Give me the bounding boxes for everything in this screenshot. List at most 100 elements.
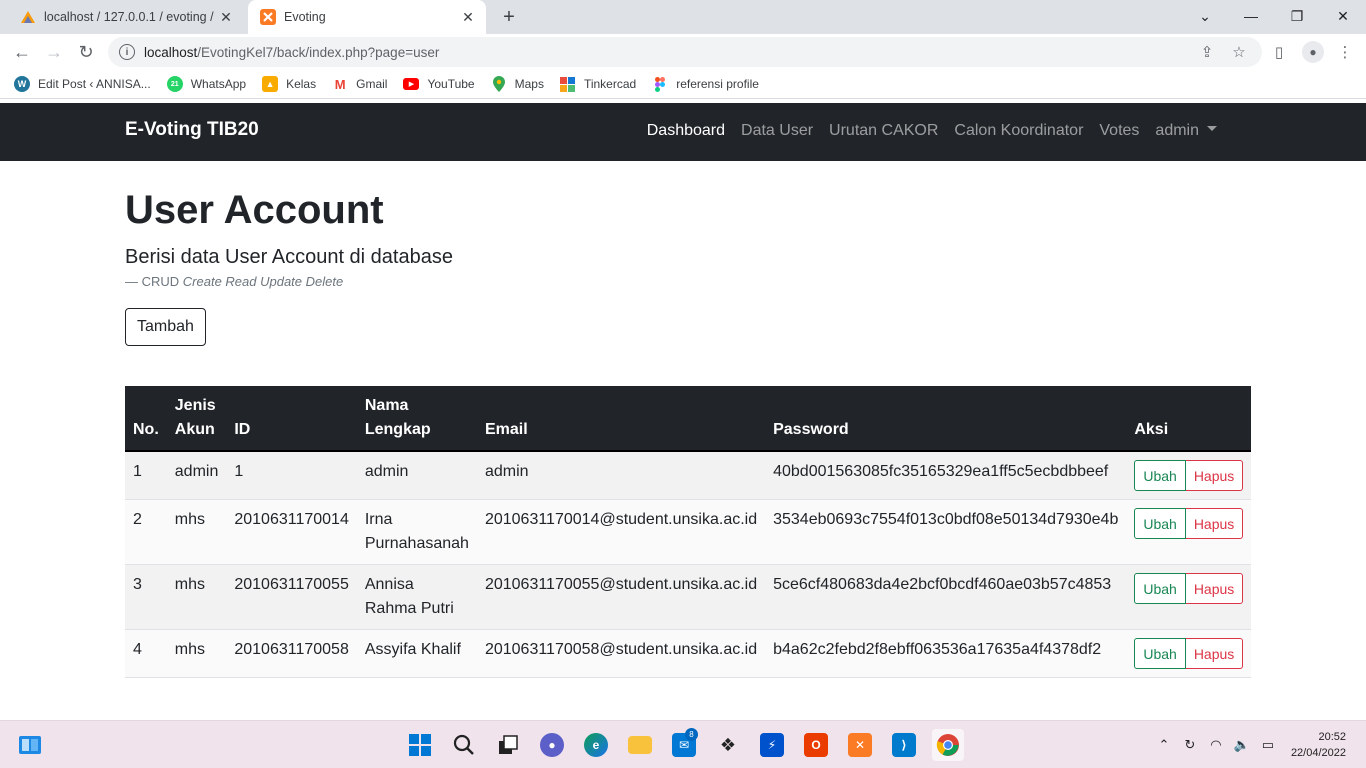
action-buttons: Ubah Hapus [1134, 460, 1244, 491]
bookmark-label: Maps [514, 77, 544, 91]
tinkercad-icon [560, 76, 576, 92]
chrome-icon[interactable] [932, 729, 964, 761]
nav-urutan-cakor[interactable]: Urutan CAKOR [829, 122, 938, 140]
cell-nama: Assyifa Khalif [356, 629, 477, 678]
action-buttons: Ubah Hapus [1134, 638, 1244, 669]
bookmarks-bar: W Edit Post ‹ ANNISA... 21 WhatsApp ▲ Ke… [0, 70, 1366, 98]
close-icon[interactable]: ✕ [458, 7, 478, 27]
bookmark-maps[interactable]: Maps [491, 76, 544, 92]
nav-dashboard[interactable]: Dashboard [647, 122, 725, 140]
reload-icon[interactable]: ↻ [72, 38, 100, 66]
office-icon[interactable]: O [800, 729, 832, 761]
file-explorer-icon[interactable] [624, 729, 656, 761]
tab-evoting[interactable]: Evoting ✕ [248, 0, 486, 34]
table-row: 2 mhs 2010631170014 Irna Purnahasanah 20… [125, 499, 1252, 565]
mail-badge: 8 [685, 728, 698, 741]
delete-button[interactable]: Hapus [1185, 460, 1244, 491]
caret-down-icon [1207, 126, 1217, 132]
cell-id: 1 [226, 451, 357, 500]
cell-id: 2010631170058 [226, 629, 357, 678]
nav-data-user[interactable]: Data User [741, 122, 813, 140]
nav-links: Dashboard Data User Urutan CAKOR Calon K… [631, 122, 1217, 140]
task-view-icon[interactable] [492, 729, 524, 761]
cell-jenis: mhs [166, 629, 227, 678]
url-path: /EvotingKel7/back/index.php?page=user [197, 44, 440, 60]
bookmark-edit-post[interactable]: W Edit Post ‹ ANNISA... [14, 76, 151, 92]
close-window-button[interactable]: ✕ [1320, 0, 1366, 32]
bookmark-youtube[interactable]: ▶ YouTube [403, 77, 475, 91]
delete-button[interactable]: Hapus [1185, 508, 1244, 539]
cell-email: 2010631170058@student.unsika.ac.id [476, 629, 766, 678]
share-icon[interactable]: ⇪ [1198, 43, 1216, 61]
info-icon[interactable]: i [119, 44, 135, 60]
add-user-button[interactable]: Tambah [125, 308, 206, 346]
tab-phpmyadmin[interactable]: localhost / 127.0.0.1 / evoting / p ✕ [8, 0, 244, 34]
nav-votes[interactable]: Votes [1099, 122, 1139, 140]
sync-icon[interactable]: ↻ [1179, 734, 1201, 756]
cell-no: 1 [125, 451, 167, 500]
minimize-button[interactable]: — [1228, 0, 1274, 32]
xampp-icon [260, 9, 276, 25]
tab-title: Evoting [284, 10, 326, 24]
search-icon[interactable] [448, 729, 480, 761]
widgets-icon[interactable] [18, 733, 42, 757]
volume-icon[interactable]: 🔈 [1231, 734, 1253, 756]
mail-icon[interactable]: ✉ 8 [668, 728, 700, 761]
back-arrow-icon[interactable]: ← [8, 38, 36, 66]
bookmark-label: Edit Post ‹ ANNISA... [38, 77, 151, 91]
header-aksi: Aksi [1126, 386, 1252, 452]
wifi-icon[interactable]: ◠ [1205, 734, 1227, 756]
delete-button[interactable]: Hapus [1185, 638, 1244, 669]
bookmark-tinkercad[interactable]: Tinkercad [560, 76, 636, 92]
sourcetree-icon[interactable]: ⚡ [756, 729, 788, 761]
edit-button[interactable]: Ubah [1134, 508, 1186, 539]
windows-logo-icon [409, 734, 431, 756]
forward-arrow-icon[interactable]: → [40, 38, 68, 66]
cell-no: 4 [125, 629, 167, 678]
figma-icon [652, 76, 668, 92]
clock-date: 22/04/2022 [1290, 747, 1346, 759]
start-button[interactable] [404, 729, 436, 761]
clock-time: 20:52 [1318, 731, 1346, 743]
bookmark-gmail[interactable]: M Gmail [332, 76, 388, 92]
header-jenis-akun: Jenis Akun [166, 386, 227, 452]
new-tab-button[interactable]: + [498, 6, 520, 28]
bookmark-referensi-profile[interactable]: referensi profile [652, 76, 759, 92]
close-icon[interactable]: ✕ [216, 7, 236, 27]
cell-nama: Annisa Rahma Putri [356, 564, 477, 630]
system-tray: ⌃ ↻ ◠ 🔈 ▭ 20:52 22/04/2022 [1153, 721, 1366, 768]
nav-calon-koordinator[interactable]: Calon Koordinator [954, 122, 1083, 140]
tab-search-chevron-icon[interactable]: ⌄ [1182, 0, 1228, 32]
nav-admin-dropdown[interactable]: admin [1155, 122, 1217, 140]
maximize-button[interactable]: ❐ [1274, 0, 1320, 32]
table-row: 3 mhs 2010631170055 Annisa Rahma Putri 2… [125, 564, 1252, 630]
edge-icon[interactable]: e [580, 729, 612, 761]
cell-id: 2010631170014 [226, 499, 357, 565]
site-brand[interactable]: E-Voting TIB20 [125, 119, 259, 141]
chevron-up-icon[interactable]: ⌃ [1153, 734, 1175, 756]
bookmark-star-icon[interactable]: ☆ [1230, 43, 1248, 61]
cell-password: b4a62c2febd2f8ebff063536a17635a4f4378df2 [765, 629, 1127, 678]
edit-button[interactable]: Ubah [1134, 638, 1186, 669]
clock[interactable]: 20:52 22/04/2022 [1291, 729, 1346, 761]
bookmark-kelas[interactable]: ▲ Kelas [262, 76, 316, 92]
cell-password: 40bd001563085fc35165329ea1ff5c5ecbdbbeef [765, 451, 1127, 500]
bookmark-label: Kelas [286, 77, 317, 91]
profile-avatar-icon[interactable]: ● [1302, 41, 1324, 63]
menu-dots-icon[interactable]: ⋮ [1336, 43, 1354, 61]
footer-italic: Create Read Update Delete [182, 274, 344, 289]
side-panel-icon[interactable]: ▯ [1270, 43, 1288, 61]
wordpress-icon: W [14, 76, 30, 92]
url-input[interactable]: i localhost/EvotingKel7/back/index.php?p… [108, 37, 1262, 67]
delete-button[interactable]: Hapus [1185, 573, 1244, 604]
cell-email: 2010631170014@student.unsika.ac.id [476, 499, 766, 565]
xampp-taskbar-icon[interactable]: ✕ [844, 729, 876, 761]
vscode-icon[interactable]: ⟩ [888, 729, 920, 761]
chat-icon[interactable]: ● [536, 729, 568, 761]
bookmark-whatsapp[interactable]: 21 WhatsApp [166, 76, 246, 92]
phpmyadmin-icon [20, 9, 36, 25]
edit-button[interactable]: Ubah [1134, 573, 1186, 604]
edit-button[interactable]: Ubah [1134, 460, 1186, 491]
battery-icon[interactable]: ▭ [1257, 734, 1279, 756]
dropbox-icon[interactable]: ❖ [712, 729, 744, 761]
